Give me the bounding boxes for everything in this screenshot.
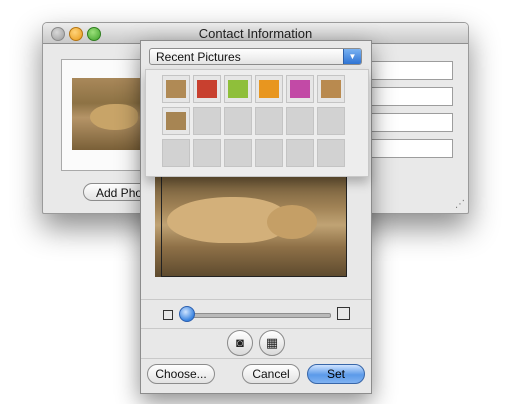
- empty-picture-cell[interactable]: [255, 107, 283, 135]
- cancel-button[interactable]: Cancel: [242, 364, 300, 384]
- empty-picture-cell[interactable]: [286, 107, 314, 135]
- empty-picture-cell[interactable]: [317, 139, 345, 167]
- popup-arrow-icon[interactable]: ▼: [343, 49, 361, 64]
- text-field-2[interactable]: [369, 87, 453, 106]
- grid-icon: ▦: [265, 335, 279, 350]
- recent-picture-cell[interactable]: [317, 75, 345, 103]
- lion-image: [90, 104, 138, 130]
- recent-picture-cell[interactable]: [286, 75, 314, 103]
- recent-picture-cell[interactable]: [162, 107, 190, 135]
- recent-pictures-grid: [145, 69, 369, 177]
- choose-button[interactable]: Choose...: [147, 364, 215, 384]
- recent-picture-cell[interactable]: [193, 75, 221, 103]
- popup-selected-label: Recent Pictures: [156, 50, 241, 64]
- camera-button[interactable]: ◙: [227, 330, 253, 356]
- empty-picture-cell[interactable]: [317, 107, 345, 135]
- empty-picture-cell[interactable]: [162, 139, 190, 167]
- recent-picture-cell[interactable]: [255, 75, 283, 103]
- sunflower-thumbnail-icon: [259, 80, 279, 98]
- text-field-3[interactable]: [369, 113, 453, 132]
- antelope-thumbnail-icon: [321, 80, 341, 98]
- zoom-slider-track[interactable]: [181, 313, 331, 318]
- recent-picture-cell[interactable]: [162, 75, 190, 103]
- empty-picture-cell[interactable]: [224, 107, 252, 135]
- zoom-slider-knob[interactable]: [179, 306, 195, 322]
- text-field-1[interactable]: [369, 61, 453, 80]
- flower-thumbnail-icon: [290, 80, 310, 98]
- set-button[interactable]: Set: [307, 364, 365, 384]
- empty-picture-cell[interactable]: [255, 139, 283, 167]
- window-title: Contact Information: [198, 26, 313, 41]
- lion-thumbnail-icon: [166, 80, 186, 98]
- apple-thumbnail-icon: [228, 80, 248, 98]
- small-picture-icon: s: [163, 310, 173, 320]
- empty-picture-cell[interactable]: [224, 139, 252, 167]
- large-picture-icon: l: [337, 307, 350, 320]
- effects-grid-button[interactable]: ▦: [259, 330, 285, 356]
- recent-pictures-popup[interactable]: Recent Pictures ▼: [149, 48, 362, 65]
- camera-icon: ◙: [236, 335, 244, 350]
- recent-picture-cell[interactable]: [224, 75, 252, 103]
- empty-picture-cell[interactable]: [193, 139, 221, 167]
- source-buttons-row: ◙ ▦: [141, 328, 371, 359]
- empty-picture-cell[interactable]: [286, 139, 314, 167]
- resize-grip-icon[interactable]: ⋰: [455, 200, 465, 210]
- zoom-slider-row: s l: [141, 299, 371, 329]
- picture-taker-panel: Recent Pictures ▼ s l ◙ ▦ Choose... Canc…: [140, 40, 372, 394]
- lion2-thumbnail-icon: [166, 112, 186, 130]
- portrait-thumbnail-icon: [197, 80, 217, 98]
- text-field-4[interactable]: [369, 139, 453, 158]
- empty-picture-cell[interactable]: [193, 107, 221, 135]
- crop-frame[interactable]: [161, 177, 347, 277]
